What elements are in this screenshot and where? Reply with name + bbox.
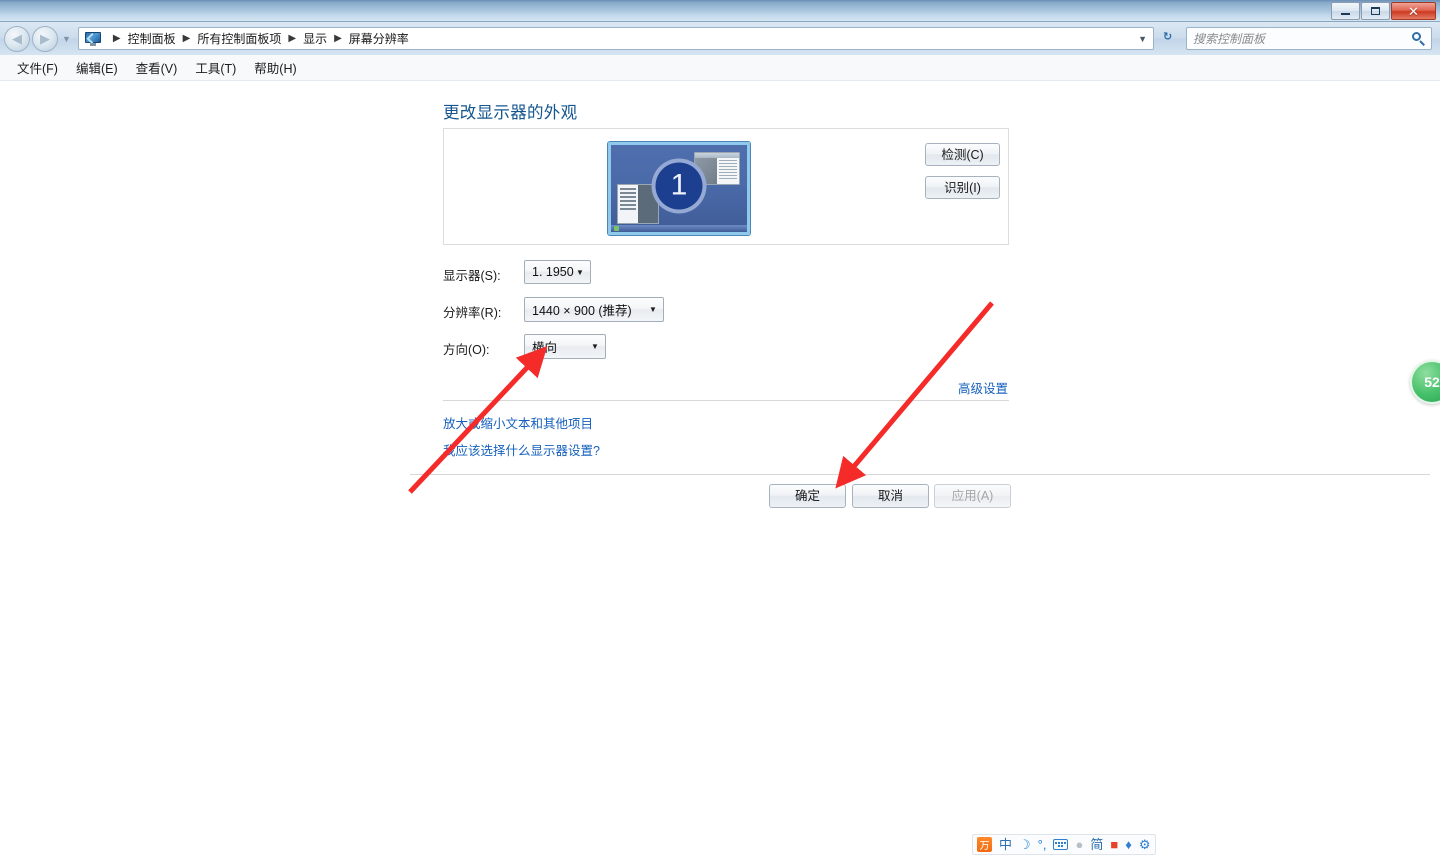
menu-bar: 文件(F) 编辑(E) 查看(V) 工具(T) 帮助(H) [0,55,1440,81]
resolution-field-label: 分辨率(R): [443,306,502,320]
breadcrumb-item-display[interactable]: 显示 [303,30,327,47]
forward-arrow-icon: ▶ [40,31,50,46]
monitor-dropdown[interactable]: 1. 1950 ▼ [524,260,591,284]
search-icon [1412,32,1425,46]
chinese-mode-icon[interactable]: 中 [999,838,1012,851]
identify-button[interactable]: 识别(I) [925,176,1000,199]
resolution-dropdown-value: 1440 × 900 (推荐) [532,304,632,318]
minimize-button[interactable] [1331,2,1360,20]
ime-toolbar: 万 中 ☽ °, ● 简 ■ ♦ ⚙ [972,834,1156,855]
orientation-field-label: 方向(O): [443,343,490,357]
breadcrumb-separator-icon: ▶ [334,33,342,44]
chevron-down-icon: ▼ [591,342,599,351]
search-placeholder: 搜索控制面板 [1193,32,1266,46]
breadcrumb-dropdown-icon[interactable]: ▼ [1138,34,1147,44]
degree-icon[interactable]: °, [1038,838,1047,851]
monitor-taskbar-graphic [611,225,747,232]
display-monitor-icon [84,31,101,46]
recent-pages-chevron-icon[interactable]: ▼ [62,34,71,44]
refresh-button[interactable]: ↻ [1158,27,1182,50]
toolbox-icon[interactable]: ■ [1110,838,1118,851]
menu-item-file[interactable]: 文件(F) [8,55,67,80]
which-setting-help-link[interactable]: 我应该选择什么显示器设置? [443,440,600,459]
settings-gear-icon[interactable]: ⚙ [1139,838,1151,851]
menu-item-help[interactable]: 帮助(H) [245,55,305,80]
keyboard-icon[interactable] [1053,839,1069,850]
resolution-dropdown[interactable]: 1440 × 900 (推荐) ▼ [524,297,664,322]
breadcrumb-separator-icon: ▶ [112,33,121,44]
close-button[interactable]: ✕ [1391,2,1436,20]
apply-button: 应用(A) [934,484,1011,508]
divider-lower [410,474,1430,475]
monitor-preview-panel: 1 检测(C) 识别(I) [443,128,1009,245]
breadcrumb[interactable]: ▶ 控制面板 ▶ 所有控制面板项 ▶ 显示 ▶ 屏幕分辨率 ▼ [77,27,1154,50]
chevron-down-icon: ▼ [649,305,657,314]
close-icon: ✕ [1408,3,1419,19]
orientation-dropdown[interactable]: 横向 ▼ [524,334,606,359]
cancel-button[interactable]: 取消 [852,484,929,508]
back-button[interactable]: ◀ [4,25,30,52]
title-bar: ✕ [0,0,1440,22]
page-title: 更改显示器的外观 [443,104,578,122]
text-size-link[interactable]: 放大或缩小文本和其他项目 [443,413,593,432]
sogou-logo-icon[interactable]: 万 [977,837,992,852]
maximize-button[interactable] [1361,2,1390,20]
minimize-icon [1341,13,1350,15]
breadcrumb-separator-icon: ▶ [182,33,191,44]
forward-button[interactable]: ▶ [32,25,58,52]
moon-icon[interactable]: ☽ [1019,838,1031,851]
menu-item-view[interactable]: 查看(V) [127,55,187,80]
orientation-dropdown-value: 横向 [532,341,558,355]
back-arrow-icon: ◀ [12,31,22,46]
person-icon[interactable]: ● [1075,838,1083,851]
window-controls: ✕ [1331,2,1436,20]
chevron-down-icon: ▼ [576,267,584,277]
monitor-number-badge: 1 [651,158,707,214]
skin-icon[interactable]: ♦ [1125,838,1132,851]
monitor-dropdown-value: 1. 1950 [532,265,574,279]
menu-item-edit[interactable]: 编辑(E) [67,55,127,80]
navigation-buttons: ◀ ▶ ▼ [4,25,71,52]
search-input[interactable]: 搜索控制面板 [1186,27,1432,50]
monitor-field-label: 显示器(S): [443,269,501,283]
menu-item-tools[interactable]: 工具(T) [186,55,245,80]
detect-button[interactable]: 检测(C) [925,143,1000,166]
application-window: ✕ ◀ ▶ ▼ ▶ 控制面板 ▶ 所有控制面板项 ▶ 显示 ▶ 屏幕分辨率 ▼ … [0,0,1440,855]
breadcrumb-separator-icon: ▶ [288,33,297,44]
maximize-icon [1371,7,1380,15]
simplified-chinese-icon[interactable]: 简 [1090,838,1103,851]
advanced-settings-link[interactable]: 高级设置 [958,378,1008,397]
address-bar-row: ◀ ▶ ▼ ▶ 控制面板 ▶ 所有控制面板项 ▶ 显示 ▶ 屏幕分辨率 ▼ ↻ [0,22,1440,55]
breadcrumb-item-all-items[interactable]: 所有控制面板项 [197,30,281,47]
ok-button[interactable]: 确定 [769,484,846,508]
divider-upper [443,400,1009,401]
breadcrumb-item-control-panel[interactable]: 控制面板 [128,30,176,47]
monitor-thumbnail[interactable]: 1 [608,142,750,235]
refresh-icon: ↻ [1163,30,1173,43]
breadcrumb-item-screen-resolution[interactable]: 屏幕分辨率 [349,30,409,47]
